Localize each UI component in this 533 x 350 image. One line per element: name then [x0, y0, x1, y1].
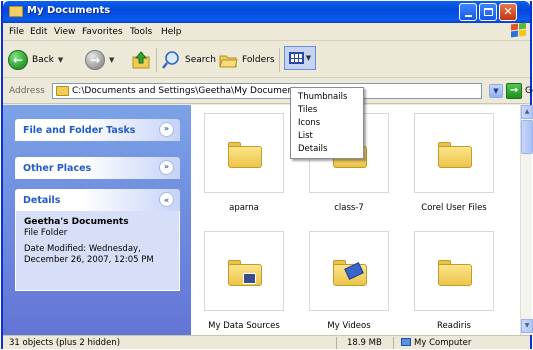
status-object-count: 31 objects (plus 2 hidden): [9, 338, 121, 348]
vertical-scrollbar[interactable]: ▲ ▼: [520, 105, 533, 335]
details-date: Date Modified: Wednesday, December 26, 2…: [24, 244, 154, 265]
search-icon: [162, 51, 179, 69]
menu-tools[interactable]: Tools: [130, 27, 152, 37]
address-bar: Address C:\Documents and Settings\Geetha…: [3, 78, 533, 104]
menu-edit[interactable]: Edit: [30, 27, 47, 37]
address-label: Address: [9, 86, 45, 96]
folder-icon: [9, 6, 23, 17]
window-title: My Documents: [27, 5, 111, 16]
menu-item-details[interactable]: Details: [291, 143, 363, 156]
maximize-button[interactable]: [479, 3, 497, 21]
go-arrow-icon: →: [506, 83, 522, 99]
toolbar-separator: [156, 48, 157, 72]
back-arrow-icon: ←: [8, 50, 28, 70]
go-label: Go: [525, 86, 533, 96]
chevron-down-icon[interactable]: ▼: [489, 84, 503, 98]
status-divider: [393, 337, 394, 349]
thumbnail: [309, 231, 389, 311]
status-location: My Computer: [401, 337, 471, 349]
item-label: aparna: [229, 203, 259, 213]
chevron-down-icon[interactable]: ▼: [58, 56, 63, 64]
status-bar: 31 objects (plus 2 hidden) 18.9 MB My Co…: [3, 335, 530, 349]
menu-item-icons[interactable]: Icons: [291, 117, 363, 130]
details-name: Geetha's Documents: [24, 217, 129, 227]
address-input[interactable]: C:\Documents and Settings\Geetha\My Docu…: [52, 83, 482, 99]
chevron-up-icon[interactable]: »: [159, 192, 174, 207]
status-location-label: My Computer: [414, 338, 472, 348]
folders-icon: [219, 55, 238, 68]
close-button[interactable]: ✕: [499, 3, 517, 21]
list-item[interactable]: Readiris: [414, 231, 494, 331]
up-folder-button[interactable]: [131, 47, 151, 73]
toolbar: ← Back ▼ → ▼ Search Folders ▼: [3, 42, 530, 78]
chevron-down-icon[interactable]: ▼: [109, 56, 114, 64]
folder-icon: [438, 260, 472, 286]
back-label: Back: [32, 55, 54, 65]
views-dropdown-menu: Thumbnails Tiles Icons List Details: [290, 87, 364, 159]
menu-item-thumbnails[interactable]: Thumbnails: [291, 91, 363, 104]
search-label: Search: [185, 55, 216, 65]
forward-button[interactable]: → ▼: [85, 47, 114, 73]
panel-title: Details: [23, 195, 61, 206]
address-path: C:\Documents and Settings\Geetha\My Docu…: [72, 86, 302, 96]
title-bar[interactable]: My Documents ✕: [3, 1, 530, 23]
views-icon: [288, 52, 304, 64]
details-body: Geetha's Documents File Folder Date Modi…: [15, 211, 180, 291]
chevron-down-icon[interactable]: »: [159, 122, 174, 137]
thumbnail: [204, 113, 284, 193]
thumbnail: [414, 231, 494, 311]
chevron-down-icon[interactable]: »: [159, 160, 174, 175]
item-label: Corel User Files: [421, 203, 487, 213]
data-sources-folder-icon: [228, 260, 262, 286]
panel-title: File and Folder Tasks: [23, 125, 136, 136]
item-label: Readiris: [436, 321, 471, 331]
views-button[interactable]: ▼: [284, 46, 316, 70]
folders-label: Folders: [242, 55, 275, 65]
menu-item-list[interactable]: List: [291, 130, 363, 143]
task-pane: File and Folder Tasks » Other Places » D…: [3, 105, 191, 335]
menu-view[interactable]: View: [54, 27, 75, 37]
thumbnail: [414, 113, 494, 193]
back-button[interactable]: ← Back ▼: [8, 47, 63, 73]
my-computer-icon: [401, 338, 411, 346]
forward-arrow-icon: →: [85, 50, 105, 70]
panel-details[interactable]: Details »: [15, 189, 180, 211]
panel-other-places[interactable]: Other Places »: [15, 157, 180, 179]
explorer-window: My Documents ✕ File Edit View Favorites …: [1, 1, 533, 349]
panel-file-and-folder-tasks[interactable]: File and Folder Tasks »: [15, 119, 180, 141]
menu-file[interactable]: File: [9, 27, 24, 37]
folders-button[interactable]: Folders: [218, 47, 275, 73]
list-item[interactable]: My Data Sources: [204, 231, 284, 331]
list-item[interactable]: aparna: [204, 113, 284, 213]
scroll-down-icon[interactable]: ▼: [521, 319, 533, 333]
minimize-button[interactable]: [459, 3, 477, 21]
item-label: My Videos: [327, 321, 371, 331]
folder-icon: [56, 86, 69, 96]
chevron-down-icon: ▼: [305, 54, 312, 62]
folder-icon: [228, 142, 262, 168]
item-label: My Data Sources: [208, 321, 280, 331]
go-button[interactable]: → Go: [506, 83, 533, 99]
search-button[interactable]: Search: [161, 47, 216, 73]
menu-favorites[interactable]: Favorites: [82, 27, 123, 37]
details-type: File Folder: [24, 228, 68, 238]
scroll-up-icon[interactable]: ▲: [521, 105, 533, 119]
item-label: class-7: [334, 203, 364, 213]
toolbar-separator: [279, 48, 280, 72]
videos-folder-icon: [333, 260, 367, 286]
panel-title: Other Places: [23, 163, 92, 174]
list-item[interactable]: Corel User Files: [414, 113, 494, 213]
menu-help[interactable]: Help: [161, 27, 182, 37]
up-folder-icon: [132, 51, 150, 69]
list-item[interactable]: My Videos: [309, 231, 389, 331]
menu-item-tiles[interactable]: Tiles: [291, 104, 363, 117]
folder-icon: [438, 142, 472, 168]
scroll-thumb[interactable]: [521, 120, 533, 154]
menu-bar: File Edit View Favorites Tools Help: [3, 22, 530, 41]
thumbnail: [204, 231, 284, 311]
status-size: 18.9 MB: [347, 338, 382, 348]
windows-logo-icon: [511, 22, 527, 38]
status-divider: [336, 337, 337, 349]
